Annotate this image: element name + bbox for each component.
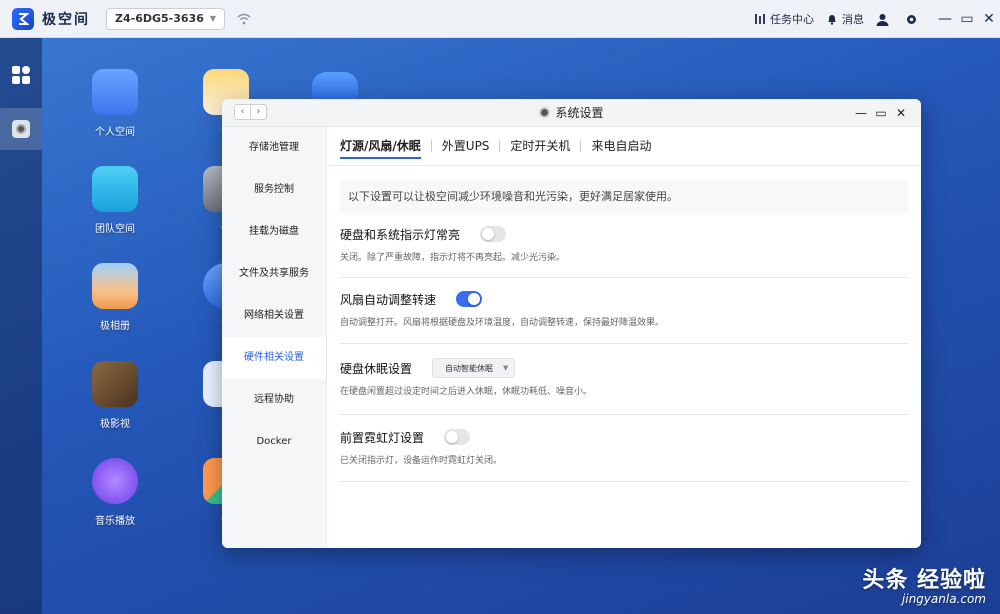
- messages-label: 消息: [842, 13, 864, 26]
- tab-external-ups[interactable]: 外置UPS: [432, 127, 500, 165]
- sidebar-item-mount-disk[interactable]: 挂载为磁盘: [222, 211, 326, 253]
- tab-bar: 灯源/风扇/休眠 外置UPS 定时开关机 来电自启动: [327, 127, 921, 166]
- sidebar-item-network[interactable]: 网络相关设置: [222, 295, 326, 337]
- window-close-icon[interactable]: ✕: [891, 106, 911, 120]
- led-toggle[interactable]: [480, 226, 507, 242]
- desktop-icon-label: 个人空间: [95, 127, 135, 138]
- window-title-text: 系统设置: [555, 106, 604, 120]
- dock-apps-button[interactable]: [0, 54, 42, 96]
- sidebar-item-file-sharing[interactable]: 文件及共享服务: [222, 253, 326, 295]
- fan-toggle[interactable]: [456, 291, 483, 307]
- app-logo-icon: [12, 7, 34, 30]
- setting-fan: 风扇自动调整转速 自动调整打开。风扇将根据硬盘及环境温度，自动调整转速，保持最好…: [340, 289, 908, 328]
- notice-banner: 以下设置可以让极空间减少环境噪音和光污染，更好满足居家使用。: [340, 180, 908, 214]
- wifi-icon: [237, 13, 251, 24]
- team-folder-icon: [92, 166, 138, 212]
- settings-sidebar: 存储池管理 服务控制 挂载为磁盘 文件及共享服务 网络相关设置 硬件相关设置 远…: [222, 127, 327, 548]
- window-titlebar[interactable]: ‹ › 系统设置 — ▭ ✕: [222, 99, 921, 127]
- setting-fan-desc: 自动调整打开。风扇将根据硬盘及环境温度，自动调整转速，保持最好降温效果。: [340, 318, 665, 328]
- sleep-mode-value: 自动智能休眠: [445, 363, 494, 373]
- window-maximize-icon[interactable]: ▭: [871, 106, 891, 120]
- task-center-button[interactable]: 任务中心: [754, 11, 814, 27]
- desktop-icon-label: 音乐播放: [95, 516, 135, 527]
- top-bar: 极空间 Z4-6DG5-3636 ▼ 任务中心 消息 — ▭ ✕: [0, 0, 1000, 38]
- video-icon: [92, 361, 138, 407]
- device-name: Z4-6DG5-3636: [115, 12, 204, 25]
- sidebar-item-remote-assist[interactable]: 远程协助: [222, 379, 326, 421]
- messages-button[interactable]: 消息: [826, 11, 864, 27]
- cloud-upload-icon[interactable]: [312, 72, 358, 100]
- device-selector[interactable]: Z4-6DG5-3636 ▼: [106, 7, 225, 30]
- user-button[interactable]: [876, 13, 893, 26]
- divider: [340, 414, 908, 415]
- watermark-url: jingyanla.com: [901, 592, 986, 606]
- settings-button[interactable]: [905, 13, 922, 26]
- window-controls: — ▭ ✕: [851, 99, 911, 126]
- neon-toggle[interactable]: [444, 429, 471, 445]
- close-icon[interactable]: ✕: [978, 11, 1000, 27]
- chevron-down-icon: ▼: [209, 14, 216, 23]
- setting-sleep: 硬盘休眠设置 自动智能休眠 ▼ 在硬盘闲置超过设定时间之后进入休眠，休眠功耗低、…: [340, 358, 908, 397]
- settings-app-icon: [12, 120, 30, 138]
- divider: [340, 481, 908, 482]
- bell-icon: [828, 15, 836, 25]
- chevron-down-icon: ▼: [503, 364, 509, 372]
- setting-led: 硬盘和系统指示灯常亮 关闭。除了严重故障，指示灯将不再亮起。减少光污染。: [340, 224, 908, 263]
- watermark: 头条 经验啦 jingyanla.com: [862, 562, 986, 606]
- desktop-icon-label: 极相册: [100, 321, 130, 332]
- divider: [340, 277, 908, 278]
- user-icon: [876, 13, 889, 26]
- sidebar-item-hardware[interactable]: 硬件相关设置: [222, 337, 326, 379]
- settings-content: 灯源/风扇/休眠 外置UPS 定时开关机 来电自启动 以下设置可以让极空间减少环…: [327, 127, 921, 548]
- music-icon: [92, 458, 138, 504]
- setting-neon: 前置霓虹灯设置 已关闭指示灯，设备运作时霓虹灯关闭。: [340, 427, 908, 466]
- window-title: 系统设置: [222, 99, 921, 126]
- window-minimize-icon[interactable]: —: [851, 106, 871, 120]
- sidebar-item-docker[interactable]: Docker: [222, 421, 326, 463]
- sleep-mode-select[interactable]: 自动智能休眠 ▼: [432, 358, 516, 378]
- task-center-label: 任务中心: [770, 13, 814, 26]
- tab-scheduled-power[interactable]: 定时开关机: [500, 127, 580, 165]
- setting-neon-title: 前置霓虹灯设置: [340, 430, 425, 445]
- app-name: 极空间: [42, 11, 90, 28]
- tab-light-fan-sleep[interactable]: 灯源/风扇/休眠: [340, 127, 431, 165]
- setting-sleep-desc: 在硬盘闲置超过设定时间之后进入休眠，休眠功耗低、噪音小。: [340, 387, 593, 397]
- folder-icon: [92, 69, 138, 115]
- setting-led-desc: 关闭。除了严重故障，指示灯将不再亮起。减少光污染。: [340, 253, 566, 263]
- desktop-icon-label: 极影视: [100, 419, 130, 430]
- desktop-icon-team-space[interactable]: 团队空间: [75, 166, 155, 235]
- left-dock: [0, 38, 42, 614]
- settings-window: ‹ › 系统设置 — ▭ ✕ 存储池管理 服务控制 挂载为磁盘 文件及共享服务 …: [222, 99, 921, 548]
- task-icon: [755, 14, 765, 24]
- gear-icon: [907, 14, 916, 24]
- setting-sleep-title: 硬盘休眠设置: [340, 361, 413, 376]
- minimize-icon[interactable]: —: [934, 11, 956, 27]
- sidebar-item-service-control[interactable]: 服务控制: [222, 169, 326, 211]
- dock-settings-button[interactable]: [0, 108, 42, 150]
- desktop-icon-video[interactable]: 极影视: [75, 361, 155, 430]
- desktop-icon-personal-space[interactable]: 个人空间: [75, 69, 155, 138]
- desktop-icon-music[interactable]: 音乐播放: [75, 458, 155, 527]
- apps-grid-icon: [12, 66, 30, 84]
- setting-led-title: 硬盘和系统指示灯常亮: [340, 227, 461, 242]
- divider: [340, 343, 908, 344]
- setting-fan-title: 风扇自动调整转速: [340, 292, 437, 307]
- settings-gear-icon: [539, 107, 551, 118]
- tab-power-on-autostart[interactable]: 来电自启动: [581, 127, 661, 165]
- setting-neon-desc: 已关闭指示灯，设备运作时霓虹灯关闭。: [340, 456, 503, 466]
- maximize-icon[interactable]: ▭: [956, 11, 978, 27]
- photo-album-icon: [92, 263, 138, 309]
- desktop-icon-photo-album[interactable]: 极相册: [75, 263, 155, 332]
- desktop-icon-label: 团队空间: [95, 224, 135, 235]
- watermark-title: 头条 经验啦: [862, 568, 986, 593]
- sidebar-item-storage-pool[interactable]: 存储池管理: [222, 127, 326, 169]
